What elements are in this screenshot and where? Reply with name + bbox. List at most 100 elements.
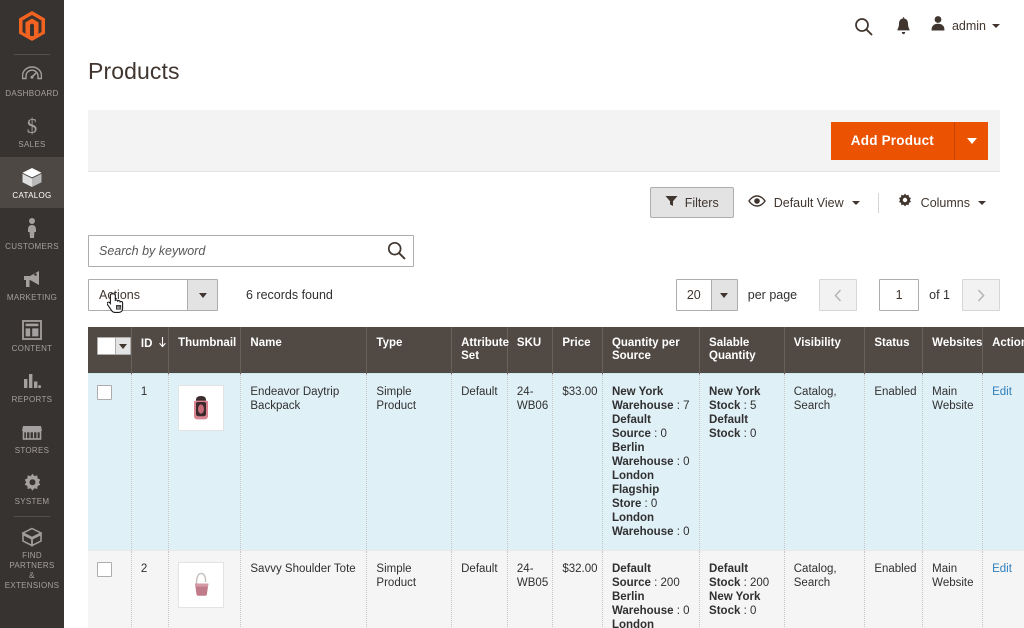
search-icon[interactable] bbox=[844, 6, 884, 46]
add-product-dropdown-toggle[interactable] bbox=[954, 121, 988, 160]
sidebar-item-label: CATALOG bbox=[12, 191, 52, 200]
tote-bag-thumbnail bbox=[178, 562, 225, 608]
column-header-id[interactable]: ID bbox=[131, 327, 170, 374]
column-header-salable-quantity[interactable]: Salable Quantity bbox=[699, 327, 785, 374]
sidebar-item-label: SYSTEM bbox=[14, 497, 50, 506]
select-all-column[interactable] bbox=[88, 327, 132, 374]
sidebar-item-stores[interactable]: STORES bbox=[0, 412, 64, 463]
per-page-toggle[interactable] bbox=[710, 280, 737, 310]
sidebar-item-customers[interactable]: CUSTOMERS bbox=[0, 208, 64, 259]
chevron-down-icon bbox=[851, 200, 860, 205]
per-page-select[interactable]: 20 bbox=[675, 279, 738, 311]
dashboard-icon bbox=[2, 64, 62, 86]
chevron-down-icon bbox=[966, 137, 977, 144]
table-row[interactable]: 2 Savvy Shoulder Tote Simple Product Defaul… bbox=[88, 550, 1024, 628]
salable-line: Default Stock : 0 bbox=[709, 414, 757, 440]
cell-type: Simple Product bbox=[366, 550, 453, 628]
cell-value: Savvy Shoulder Tote bbox=[250, 563, 356, 575]
status-badge: Enabled bbox=[874, 386, 917, 398]
previous-page-button[interactable] bbox=[819, 279, 858, 311]
row-checkbox[interactable] bbox=[97, 562, 112, 577]
next-page-button[interactable] bbox=[962, 279, 1000, 311]
sidebar-item-reports[interactable]: REPORTS bbox=[0, 361, 64, 412]
sidebar-item-label: CUSTOMERS bbox=[5, 242, 59, 251]
bar-chart-icon bbox=[2, 370, 62, 392]
sidebar-item-label: STORES bbox=[14, 446, 50, 455]
edit-link[interactable]: Edit bbox=[992, 563, 1012, 575]
column-header-quantity-per-source[interactable]: Quantity per Source bbox=[602, 327, 701, 374]
cell-value: Simple Product bbox=[376, 386, 417, 412]
column-header-attribute-set[interactable]: Attribute Set bbox=[451, 327, 509, 374]
search-row bbox=[88, 235, 1000, 267]
cell-visibility: Catalog, Search bbox=[784, 550, 866, 628]
sidebar-item-sales[interactable]: $ SALES bbox=[0, 106, 64, 157]
chevron-down-icon bbox=[119, 343, 127, 349]
default-view-selector[interactable]: Default View bbox=[734, 188, 874, 217]
bell-icon[interactable] bbox=[884, 6, 924, 46]
storefront-icon bbox=[2, 421, 62, 443]
sidebar-item-find-partners[interactable]: FIND PARTNERS & EXTENSIONS bbox=[0, 517, 64, 598]
quantity-line: London Flagship Store : 0 bbox=[611, 470, 660, 510]
row-checkbox[interactable] bbox=[97, 385, 112, 400]
sidebar-item-label: REPORTS bbox=[11, 395, 53, 404]
cell-value: Default bbox=[461, 563, 498, 575]
column-header-action[interactable]: Action bbox=[982, 327, 1024, 374]
admin-menu[interactable]: admin bbox=[930, 15, 1000, 37]
sidebar-item-label: CONTENT bbox=[11, 344, 53, 353]
page-number-input[interactable] bbox=[879, 279, 920, 311]
edit-link[interactable]: Edit bbox=[992, 386, 1012, 398]
magento-logo[interactable] bbox=[0, 0, 64, 52]
column-header-name[interactable]: Name bbox=[240, 327, 368, 374]
admin-label: admin bbox=[951, 19, 986, 33]
funnel-icon bbox=[665, 195, 678, 210]
columns-selector[interactable]: Columns bbox=[883, 186, 1000, 219]
column-header-sku[interactable]: SKU bbox=[507, 327, 554, 374]
column-header-price[interactable]: Price bbox=[552, 327, 603, 374]
per-page-label: per page bbox=[747, 288, 798, 302]
quantity-line: Berlin Warehouse : 0 bbox=[611, 591, 690, 617]
products-grid: ID Thumbnail Name Type Attribute Set SKU… bbox=[88, 327, 1024, 628]
sidebar-item-label: DASHBOARD bbox=[5, 89, 59, 98]
quantity-line: New York Warehouse : 7 bbox=[611, 386, 690, 412]
table-row[interactable]: 1 Endeavor Daytrip Backpack Simple Product… bbox=[88, 373, 1024, 551]
actions-select-toggle[interactable] bbox=[187, 280, 217, 310]
add-product-button[interactable]: Add Product bbox=[830, 121, 954, 160]
select-all-dropdown[interactable] bbox=[115, 338, 130, 354]
cell-value: $33.00 bbox=[562, 386, 598, 398]
cell-salable-quantity: New York Stock : 5 Default Stock : 0 bbox=[699, 373, 785, 551]
search-input[interactable] bbox=[89, 236, 413, 266]
filters-button[interactable]: Filters bbox=[649, 187, 734, 218]
gear-icon bbox=[897, 193, 913, 212]
sidebar-item-marketing[interactable]: MARKETING bbox=[0, 259, 64, 310]
person-icon bbox=[2, 217, 62, 239]
cell-action[interactable]: Edit bbox=[982, 373, 1024, 551]
column-header-visibility[interactable]: Visibility bbox=[784, 327, 866, 374]
row-checkbox-cell[interactable] bbox=[88, 373, 132, 551]
megaphone-icon bbox=[2, 268, 62, 290]
column-header-status[interactable]: Status bbox=[864, 327, 924, 374]
cell-sku: 24-WB06 bbox=[507, 373, 554, 551]
box-icon bbox=[2, 166, 62, 188]
pager: 20 per page of 1 bbox=[675, 279, 1000, 311]
select-all-checkbox[interactable] bbox=[97, 337, 131, 355]
columns-label: Columns bbox=[920, 195, 970, 210]
sidebar-item-content[interactable]: CONTENT bbox=[0, 310, 64, 361]
cell-action[interactable]: Edit bbox=[982, 550, 1024, 628]
cell-value: Catalog, Search bbox=[793, 563, 837, 589]
search-icon[interactable] bbox=[387, 241, 406, 265]
column-header-type[interactable]: Type bbox=[366, 327, 453, 374]
column-header-websites[interactable]: Websites bbox=[922, 327, 984, 374]
row-checkbox-cell[interactable] bbox=[88, 550, 132, 628]
backpack-thumbnail bbox=[178, 385, 225, 431]
sort-ascending-icon bbox=[159, 337, 167, 352]
actions-select[interactable]: Actions bbox=[88, 279, 218, 311]
page-title: Products bbox=[88, 58, 180, 84]
cell-value: 2 bbox=[140, 563, 148, 575]
cell-value: 1 bbox=[140, 386, 148, 398]
sidebar-item-catalog[interactable]: CATALOG bbox=[0, 157, 64, 208]
column-header-thumbnail[interactable]: Thumbnail bbox=[168, 327, 242, 374]
page-title-row: Products bbox=[64, 52, 1024, 110]
sidebar-item-dashboard[interactable]: DASHBOARD bbox=[0, 55, 64, 106]
quantity-line: Default Source : 0 bbox=[611, 414, 667, 440]
sidebar-item-system[interactable]: SYSTEM bbox=[0, 463, 64, 514]
